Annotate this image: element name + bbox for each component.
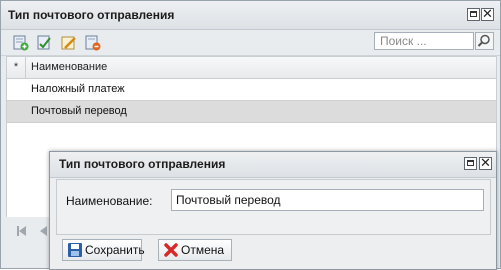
table-row[interactable]: Наложный платеж <box>7 79 496 100</box>
column-header-name[interactable]: Наименование <box>31 61 107 73</box>
name-input[interactable] <box>172 190 476 210</box>
save-button[interactable]: Сохранить <box>62 239 145 261</box>
search-box[interactable] <box>374 32 474 50</box>
add-icon[interactable] <box>13 35 29 51</box>
close-icon: ✕ <box>482 6 493 21</box>
first-page-icon[interactable] <box>14 223 30 239</box>
dialog-form-panel: Наименование: <box>56 179 491 235</box>
grid-corner-marker: * <box>7 57 26 78</box>
close-button[interactable]: ✕ <box>481 6 494 21</box>
cancel-icon <box>164 243 178 257</box>
name-field-label: Наименование: <box>66 194 153 208</box>
close-icon: ✕ <box>480 155 491 170</box>
save-icon <box>68 243 82 257</box>
edit-dialog: Тип почтового отправления ✕ Наименование… <box>49 151 497 270</box>
search-button[interactable] <box>475 32 494 50</box>
dialog-maximize-button[interactable] <box>464 157 477 170</box>
dialog-close-button[interactable]: ✕ <box>479 155 492 170</box>
row-name-cell: Наложный платеж <box>31 83 125 95</box>
cancel-button-label: Отмена <box>181 243 225 257</box>
row-name-cell: Почтовый перевод <box>31 105 127 117</box>
dialog-title: Тип почтового отправления <box>59 157 226 171</box>
save-button-label: Сохранить <box>85 243 145 257</box>
search-icon <box>477 34 490 47</box>
main-title-bar: Тип почтового отправления ✕ <box>1 1 500 30</box>
name-field[interactable] <box>171 189 484 211</box>
window-title: Тип почтового отправления <box>8 8 175 22</box>
delete-icon[interactable] <box>85 35 101 51</box>
cancel-button[interactable]: Отмена <box>158 239 232 261</box>
edit-icon[interactable] <box>37 35 53 51</box>
dialog-title-bar: Тип почтового отправления ✕ <box>50 152 496 178</box>
edit-form-icon[interactable] <box>61 35 77 51</box>
search-input[interactable] <box>375 33 474 49</box>
maximize-button[interactable] <box>467 8 480 21</box>
grid-header: * Наименование <box>7 57 496 79</box>
table-row-selected[interactable]: Почтовый перевод <box>7 100 496 123</box>
